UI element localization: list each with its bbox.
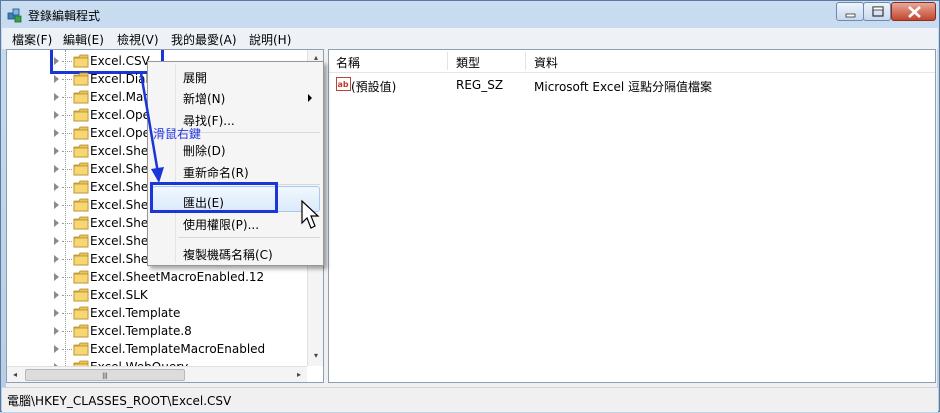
registry-editor-window: 登錄編輯程式 檔案(F) 編輯(E) 檢視(V) 我的最愛(A) 說明(H) E… <box>0 0 940 412</box>
annotation-arrow-icon <box>139 72 160 174</box>
annotation-overlay <box>139 72 320 229</box>
annotation-arrowhead-icon <box>151 167 164 183</box>
mouse-cursor-icon <box>301 199 320 229</box>
